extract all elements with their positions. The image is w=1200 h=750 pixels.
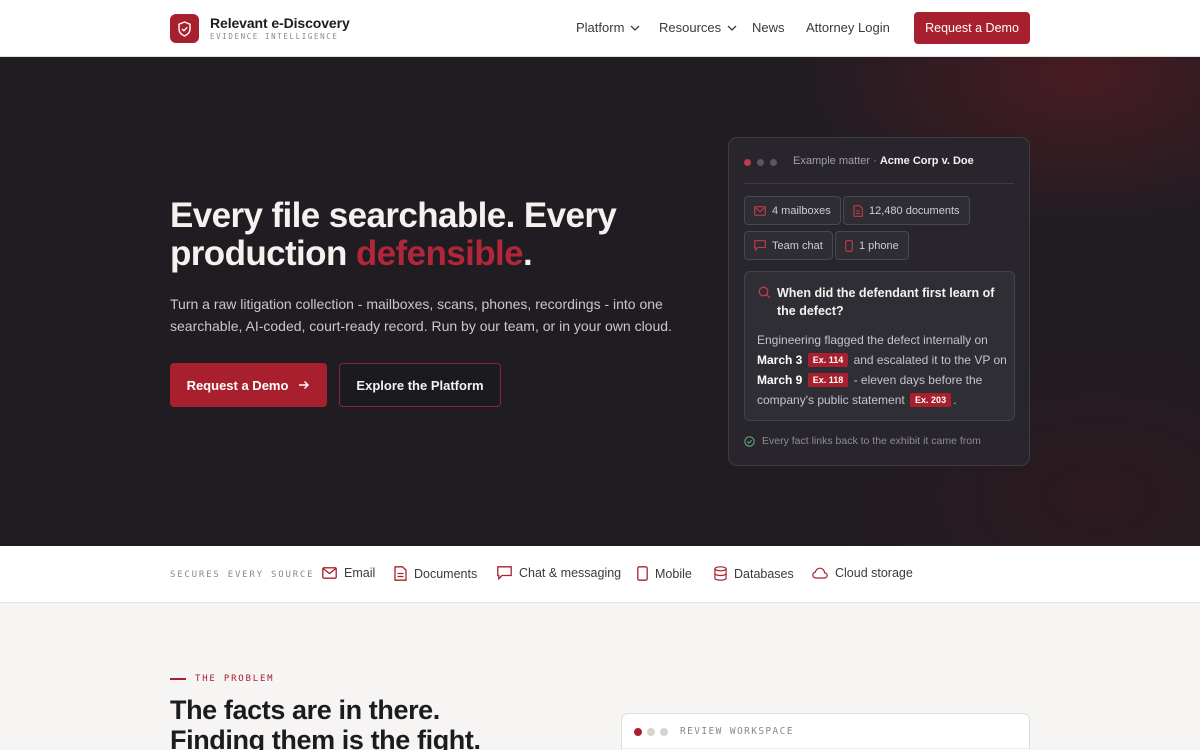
- divider: [622, 748, 1029, 749]
- source-label: Email: [344, 566, 376, 580]
- source-cloud: Cloud storage: [812, 566, 913, 580]
- nav-attorney-login[interactable]: Attorney Login: [806, 20, 890, 35]
- button-label: Request a Demo: [186, 377, 289, 393]
- request-demo-button[interactable]: Request a Demo: [914, 12, 1030, 44]
- answer-text: .: [953, 393, 957, 407]
- problem-title: The facts are in there. Finding them is …: [170, 695, 570, 750]
- problem-title-line: Finding them is the fight.: [170, 725, 481, 750]
- window-dot: [744, 159, 751, 166]
- mail-icon: [754, 205, 766, 216]
- nav-resources[interactable]: Resources: [659, 20, 737, 35]
- matter-heading: Example matter · Acme Corp v. Doe: [793, 155, 974, 167]
- chat-icon: [754, 240, 766, 251]
- hero-section: Every file searchable. Every production …: [0, 57, 1200, 546]
- document-icon: [853, 204, 863, 217]
- problem-title-line: The facts are in there.: [170, 695, 440, 725]
- source-label: Cloud storage: [835, 566, 913, 580]
- source-label: Documents: [414, 566, 478, 581]
- source-documents: Documents: [394, 566, 477, 581]
- exhibit-badge[interactable]: Ex. 114: [807, 353, 849, 367]
- window-dot: [770, 159, 777, 166]
- site-header: Relevant e-Discovery EVIDENCE INTELLIGEN…: [0, 0, 1200, 57]
- sources-label: SECURES EVERY SOURCE: [170, 570, 315, 580]
- matter-label: Example matter: [793, 155, 871, 167]
- window-dots: [744, 159, 777, 166]
- chevron-down-icon: [727, 25, 737, 31]
- shield-check-icon[interactable]: [170, 14, 199, 43]
- source-mobile: Mobile: [637, 566, 692, 581]
- hero-title: Every file searchable. Every production …: [170, 197, 690, 273]
- window-dots: [634, 728, 668, 736]
- answer-date: March 3: [757, 353, 803, 367]
- matter-separator: ·: [873, 155, 877, 167]
- source-chat: Chat & messaging: [497, 566, 621, 580]
- exhibit-badge[interactable]: Ex. 203: [910, 393, 952, 407]
- source-label: Mobile: [655, 566, 692, 581]
- phone-icon: [637, 566, 648, 581]
- check-circle-icon: [744, 435, 755, 447]
- window-dot: [660, 728, 668, 736]
- nav-platform[interactable]: Platform: [576, 20, 640, 35]
- explore-platform-button[interactable]: Explore the Platform: [339, 363, 501, 407]
- source-chip: 1 phone: [835, 231, 909, 260]
- problem-eyebrow: THE PROBLEM: [170, 674, 274, 684]
- cloud-icon: [812, 567, 828, 579]
- nav-label: Attorney Login: [806, 20, 890, 35]
- hero-title-end: .: [522, 234, 533, 273]
- brand-name[interactable]: Relevant e-Discovery: [210, 15, 350, 31]
- hero-title-accent: defensible: [355, 234, 524, 273]
- sources-strip: SECURES EVERY SOURCE Email Documents Cha…: [0, 546, 1200, 603]
- chevron-down-icon: [630, 25, 640, 31]
- qa-question: When did the defendant first learn of th…: [777, 286, 995, 318]
- answer-text: Engineering flagged the defect internall…: [757, 333, 988, 347]
- answer-date: March 9: [757, 373, 803, 387]
- footer-text: Every fact links back to the exhibit it …: [762, 435, 981, 447]
- source-label: Databases: [734, 566, 794, 581]
- eyebrow-line: [170, 678, 186, 680]
- answer-text: and escalated it to the VP on: [850, 353, 1007, 367]
- arrow-right-icon: [299, 381, 310, 389]
- database-icon: [714, 566, 727, 581]
- nav-label: News: [752, 20, 785, 35]
- review-workspace-panel: REVIEW WORKSPACE: [621, 713, 1030, 750]
- window-dot: [634, 728, 642, 736]
- window-dot: [757, 159, 764, 166]
- chip-label: 1 phone: [859, 239, 899, 252]
- hero-subtitle: Turn a raw litigation collection - mailb…: [170, 296, 672, 334]
- hero-request-demo-button[interactable]: Request a Demo: [170, 363, 327, 407]
- source-chip: 4 mailboxes: [744, 196, 841, 225]
- phone-icon: [845, 239, 853, 252]
- chat-icon: [497, 566, 512, 580]
- source-chip: Team chat: [744, 231, 833, 260]
- source-label: Chat & messaging: [519, 566, 622, 580]
- exhibit-badge[interactable]: Ex. 118: [807, 373, 849, 387]
- nav-label: Platform: [576, 20, 625, 35]
- chip-label: 4 mailboxes: [772, 204, 831, 217]
- qa-box: When did the defendant first learn of th…: [744, 271, 1015, 421]
- eyebrow-text: THE PROBLEM: [195, 674, 275, 684]
- source-email: Email: [322, 566, 375, 580]
- brand-tagline: EVIDENCE INTELLIGENCE: [210, 32, 339, 41]
- example-matter-card: Example matter · Acme Corp v. Doe 4 mail…: [728, 137, 1030, 466]
- source-databases: Databases: [714, 566, 794, 581]
- workspace-label: REVIEW WORKSPACE: [680, 726, 794, 737]
- chip-label: 12,480 documents: [869, 204, 960, 217]
- card-footer: Every fact links back to the exhibit it …: [744, 435, 981, 447]
- window-dot: [647, 728, 655, 736]
- source-chip: 12,480 documents: [843, 196, 970, 225]
- chip-label: Team chat: [772, 239, 823, 252]
- matter-name: Acme Corp v. Doe: [879, 155, 974, 167]
- nav-label: Resources: [659, 20, 722, 35]
- mail-icon: [322, 567, 337, 579]
- search-icon: [758, 286, 771, 299]
- qa-answer: Engineering flagged the defect internall…: [757, 330, 1009, 410]
- document-icon: [394, 566, 407, 581]
- nav-news[interactable]: News: [752, 20, 785, 35]
- divider: [744, 183, 1014, 184]
